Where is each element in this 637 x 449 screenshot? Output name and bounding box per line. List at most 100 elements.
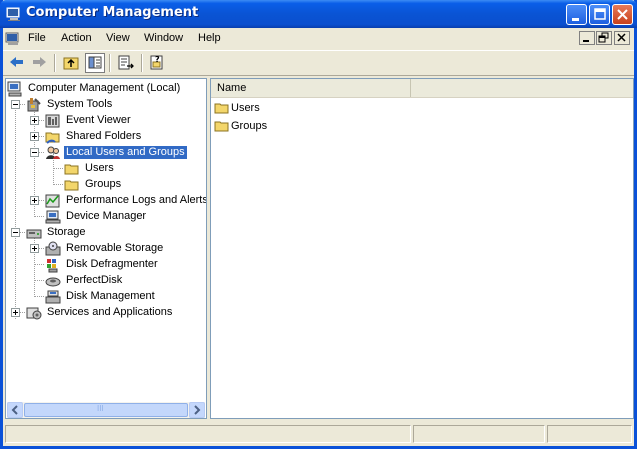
menu-action[interactable]: Action [61, 32, 92, 44]
console-tree: Computer Management (Local) System Tools… [5, 78, 207, 419]
tree-connector [34, 296, 44, 297]
mdi-restore-button[interactable] [596, 31, 612, 45]
show-hide-console-tree-button[interactable] [85, 53, 105, 73]
tree-label: Services and Applications [47, 306, 173, 318]
maximize-icon [594, 8, 606, 20]
expander-storage[interactable] [11, 228, 20, 237]
performance-logs-icon [45, 194, 60, 208]
status-pane-main [5, 425, 411, 443]
system-tools-icon [27, 98, 41, 112]
storage-icon [26, 229, 42, 239]
tree-connector [34, 264, 44, 265]
scroll-left-button[interactable] [7, 402, 23, 418]
tree-label: Performance Logs and Alerts [66, 194, 207, 206]
tree-label: Disk Defragmenter [66, 258, 158, 270]
expander-system-tools[interactable] [11, 100, 20, 109]
list-header: Name [211, 79, 633, 98]
system-menu-icon[interactable] [5, 31, 21, 47]
help-icon: ? [150, 55, 163, 70]
mdi-minimize-button[interactable] [579, 31, 595, 45]
folder-icon [214, 121, 229, 132]
tree-label: Groups [85, 178, 122, 190]
tree-connector [34, 216, 44, 217]
tree-connector [15, 103, 16, 319]
expander-performance-logs[interactable] [30, 196, 39, 205]
toolbar-separator [54, 54, 56, 72]
scroll-thumb[interactable]: III [24, 403, 188, 417]
device-manager-icon [45, 210, 61, 224]
export-list-button[interactable] [116, 53, 136, 73]
expander-shared-folders[interactable] [30, 132, 39, 141]
minimize-button[interactable] [566, 4, 587, 25]
removable-storage-icon [45, 241, 61, 256]
maximize-button[interactable] [589, 4, 610, 25]
scroll-right-button[interactable] [189, 402, 205, 418]
forward-button[interactable] [29, 53, 49, 73]
expander-removable-storage[interactable] [30, 244, 39, 253]
list-item-label: Users [231, 102, 260, 114]
services-applications-icon [26, 307, 42, 320]
back-button[interactable] [7, 53, 27, 73]
tree-label: Disk Management [66, 290, 155, 302]
perfectdisk-icon [45, 277, 61, 287]
tree-label: System Tools [47, 98, 113, 110]
close-icon [617, 33, 626, 42]
mdi-close-button[interactable] [614, 31, 630, 45]
details-pane: Name Users Groups [210, 78, 634, 419]
computer-management-icon [6, 7, 20, 21]
status-pane-2 [413, 425, 545, 443]
status-bar [3, 423, 634, 446]
column-header-label: Name [217, 82, 247, 94]
folder-icon [214, 103, 229, 114]
close-icon [617, 9, 628, 20]
toolbar-separator [141, 54, 143, 72]
computer-management-window: Computer Management File Action View Win… [0, 0, 637, 449]
scroll-thumb-grip: III [97, 404, 104, 413]
menu-window[interactable]: Window [144, 32, 183, 44]
folder-icon [64, 180, 79, 191]
expander-local-users[interactable] [30, 148, 39, 157]
local-users-icon [46, 146, 60, 159]
toolbar-separator [109, 54, 111, 72]
tree-label: Storage [47, 226, 86, 238]
close-button[interactable] [612, 4, 633, 25]
event-viewer-icon [45, 114, 60, 128]
up-folder-icon [63, 57, 79, 70]
computer-management-icon [7, 81, 22, 97]
menu-view[interactable]: View [106, 32, 130, 44]
restore-icon [598, 32, 609, 43]
menu-file[interactable]: File [28, 32, 46, 44]
minimize-icon [583, 40, 589, 42]
expander-services-applications[interactable] [11, 308, 20, 317]
tree-label: Shared Folders [66, 130, 142, 142]
title-bar[interactable]: Computer Management [0, 0, 637, 28]
help-button[interactable]: ? [147, 53, 167, 73]
forward-icon [33, 57, 46, 67]
expander-event-viewer[interactable] [30, 116, 39, 125]
arrow-left-icon [11, 405, 18, 415]
tree-connector [53, 168, 63, 169]
folder-icon [64, 164, 79, 175]
back-icon [10, 57, 23, 67]
disk-management-icon [45, 290, 61, 304]
disk-defragmenter-icon [47, 259, 58, 273]
up-one-level-button[interactable] [61, 53, 81, 73]
svg-text:?: ? [155, 55, 160, 64]
tree-label: Computer Management (Local) [28, 82, 181, 94]
window-title: Computer Management [26, 5, 199, 20]
tree-label: Removable Storage [66, 242, 164, 254]
list-item-label: Groups [231, 120, 268, 132]
tree-label-selected: Local Users and Groups [64, 146, 187, 159]
tree-label: PerfectDisk [66, 274, 123, 286]
status-pane-3 [547, 425, 632, 443]
menu-help[interactable]: Help [198, 32, 221, 44]
arrow-right-icon [194, 405, 201, 415]
show-hide-tree-icon [88, 56, 102, 69]
toolbar: ? [3, 50, 634, 76]
minimize-icon [572, 18, 579, 21]
tree-horizontal-scrollbar[interactable]: III [7, 402, 205, 418]
column-header-name[interactable]: Name [211, 79, 411, 97]
tree-label: Users [85, 162, 114, 174]
tree-connector [53, 184, 63, 185]
export-list-icon [118, 55, 134, 70]
